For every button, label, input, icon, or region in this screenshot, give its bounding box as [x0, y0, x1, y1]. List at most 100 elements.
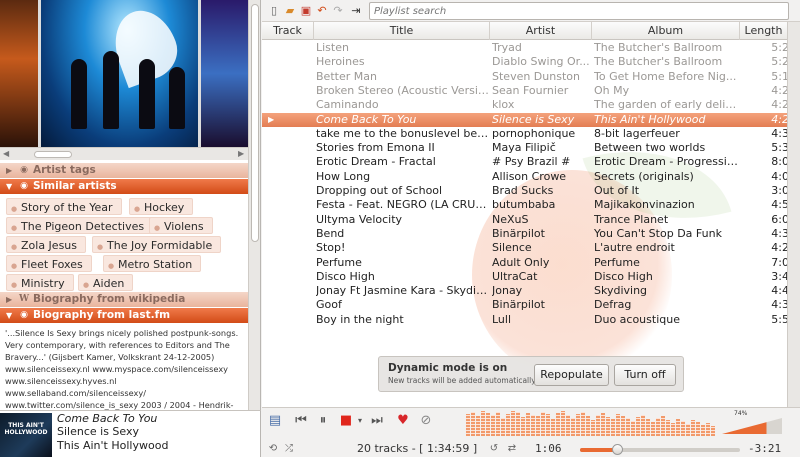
playlist-length: 20 tracks - [ 1:34:59 ] — [357, 442, 478, 455]
spectrum-analyzer[interactable] — [466, 410, 716, 436]
artist-cell: Diablo Swing Or... — [492, 55, 590, 69]
playlist-row[interactable]: Erotic Dream - Fractal # Psy Brazil # Erot… — [262, 155, 800, 169]
random-mode-icon[interactable]: ⇄ — [505, 443, 519, 455]
analyzer-bar — [636, 417, 640, 436]
undo-icon[interactable]: ↶ — [315, 4, 329, 18]
playlist-row[interactable]: Dropping out of School Brad Sucks Out of I… — [262, 184, 800, 198]
playlist-row[interactable]: Disco High UltraCat Disco High 3:48 — [262, 270, 800, 284]
playlist-icon[interactable]: ▤ — [266, 412, 284, 430]
similar-artist-tag[interactable]: ● Fleet Foxes — [6, 255, 92, 272]
playlist-row[interactable]: Better Man Steven Dunston To Get Home Befo… — [262, 70, 800, 84]
column-header-artist[interactable]: Artist — [490, 22, 592, 40]
media-skip-backward-icon[interactable]: ⏮ — [292, 412, 310, 430]
playlist-row[interactable]: How Long Allison Crowe Secrets (originals)… — [262, 170, 800, 184]
scrollbar-thumb[interactable] — [251, 4, 259, 242]
section-title: Similar artists — [33, 180, 117, 192]
playlist-row-current[interactable]: ▶ Come Back To You Silence is Sexy This Ain… — [262, 112, 800, 127]
new-document-icon[interactable]: ▯ — [267, 4, 281, 18]
context-vertical-scrollbar[interactable] — [248, 0, 260, 410]
love-heart-icon[interactable]: ♥ — [394, 412, 412, 430]
album-cell: This Ain't Hollywood — [594, 112, 706, 126]
dynamic-mode-subtitle: New tracks will be added automatically. — [388, 376, 537, 385]
similar-artist-tag[interactable]: ● The Pigeon Detectives — [6, 217, 154, 234]
tag-dot-icon: ● — [11, 262, 18, 270]
similar-artist-tag[interactable]: ● Metro Station — [103, 255, 202, 272]
playlist-row[interactable]: Jonay Ft Jasmine Kara - Skydiv... Jonay Sk… — [262, 284, 800, 298]
redo-icon[interactable]: ↷ — [331, 4, 345, 18]
jump-to-current-icon[interactable]: ⇥ — [349, 4, 363, 18]
scrollbar-thumb[interactable] — [34, 151, 72, 158]
scroll-right-icon[interactable]: ▶ — [238, 149, 244, 158]
remaining-time[interactable]: -3:21 — [748, 442, 781, 455]
analyzer-bar — [586, 416, 590, 436]
artist-cell: pornophonique — [492, 126, 576, 140]
analyzer-bar — [676, 419, 680, 436]
similar-artist-tag[interactable]: ● Zola Jesus — [6, 236, 87, 253]
column-header-title[interactable]: Title — [314, 22, 490, 40]
section-biography-lastfm[interactable]: ▼ ◉ Biography from last.fm — [0, 308, 248, 323]
band-member — [169, 67, 185, 129]
artist-cell: Adult Only — [492, 255, 550, 269]
playlist-row[interactable]: Broken Stereo (Acoustic Version) Sean Fou… — [262, 84, 800, 98]
playlist-row[interactable]: Heroines Diablo Swing Or... The Butcher's … — [262, 55, 800, 69]
similar-artist-tag[interactable]: ● The Joy Formidable — [92, 236, 222, 253]
similar-artist-tag[interactable]: ● Aiden — [78, 274, 134, 291]
column-header-length[interactable]: Length — [740, 22, 787, 40]
playlist-row[interactable]: Bend Binärpilot You Can't Stop Da Funk 4:37 — [262, 227, 800, 241]
similar-artist-tag[interactable]: ● Hockey — [129, 198, 194, 215]
similar-artist-tag[interactable]: ● Ministry — [6, 274, 74, 291]
ban-icon[interactable]: ⊘ — [417, 412, 435, 430]
similar-artist-tag[interactable]: ● Violens — [149, 217, 213, 234]
section-title: Biography from wikipedia — [33, 293, 186, 305]
playlist-row[interactable]: Caminando klox The garden of early delig..… — [262, 98, 800, 112]
title-cell: take me to the bonuslevel bec... — [316, 126, 490, 140]
title-cell: Boy in the night — [316, 312, 404, 326]
analyzer-bar — [671, 423, 675, 436]
title-cell: Come Back To You — [316, 112, 417, 126]
playlist-vertical-scrollbar[interactable] — [787, 22, 800, 407]
elapsed-time[interactable]: 1:06 — [535, 442, 562, 455]
playlist-row[interactable]: Stories from Emona II Maya Filipič Between… — [262, 141, 800, 155]
seek-handle[interactable] — [611, 444, 623, 455]
save-icon[interactable]: ▣ — [299, 4, 313, 18]
album-cell: Secrets (originals) — [594, 169, 694, 183]
open-folder-icon[interactable]: ▰ — [283, 4, 297, 18]
analyzer-bar — [471, 412, 475, 436]
section-similar-artists[interactable]: ▼ ◉ Similar artists — [0, 179, 248, 194]
playlist-row[interactable]: take me to the bonuslevel bec... pornopho… — [262, 127, 800, 141]
stop-menu-arrow-icon[interactable]: ▾ — [351, 412, 369, 430]
artist-photo — [201, 0, 248, 147]
playlist-row[interactable]: Goof Binärpilot Defrag 4:31 — [262, 298, 800, 312]
repeat-mode-icon[interactable]: ↺ — [487, 443, 501, 455]
column-header-album[interactable]: Album — [592, 22, 740, 40]
seek-slider[interactable] — [580, 444, 740, 455]
title-cell: Goof — [316, 298, 342, 312]
media-skip-forward-icon[interactable]: ⏭ — [368, 412, 386, 430]
repopulate-button[interactable]: Repopulate — [534, 364, 609, 386]
title-cell: Caminando — [316, 98, 379, 112]
turn-off-button[interactable]: Turn off — [614, 364, 676, 386]
pause-icon[interactable]: ⏸ — [314, 412, 332, 430]
album-cell: The Butcher's Ballroom — [594, 41, 723, 54]
shuffle-icon[interactable]: ⤮ — [282, 443, 296, 455]
playlist-row[interactable]: Festa - Feat. NEGRO (LA CRUDA) butumbaba M… — [262, 198, 800, 212]
analyzer-bar — [541, 412, 545, 436]
section-biography-wikipedia[interactable]: ▶ W Biography from wikipedia — [0, 292, 248, 307]
section-artist-tags[interactable]: ▶ ◉ Artist tags — [0, 163, 248, 178]
tag-label: Zola Jesus — [21, 239, 78, 252]
repeat-icon[interactable]: ⟲ — [266, 443, 280, 455]
playlist-row[interactable]: Perfume Adult Only Perfume 7:00 — [262, 256, 800, 270]
playlist-row[interactable]: Listen Tryad The Butcher's Ballroom 5:24 — [262, 41, 800, 55]
playlist-row[interactable]: Boy in the night Lull Duo acoustique 5:56 — [262, 313, 800, 327]
column-header-track[interactable]: Track — [262, 22, 314, 40]
similar-artist-tag[interactable]: ● Story of the Year — [6, 198, 122, 215]
playlist-row[interactable]: Stop! Silence L'autre endroit 4:23 — [262, 241, 800, 255]
album-cover[interactable]: THIS AIN'T HOLLYWOOD — [0, 413, 52, 457]
scroll-left-icon[interactable]: ◀ — [3, 149, 9, 158]
volume-control[interactable]: 74% — [720, 410, 788, 436]
volume-ramp[interactable] — [722, 418, 782, 434]
playlist-search-input[interactable] — [369, 2, 789, 20]
title-cell: Heroines — [316, 55, 365, 69]
playlist-row[interactable]: Ultyma Velocity NeXuS Trance Planet 6:00 — [262, 213, 800, 227]
image-horizontal-scrollbar[interactable]: ◀ ▶ — [0, 147, 248, 160]
